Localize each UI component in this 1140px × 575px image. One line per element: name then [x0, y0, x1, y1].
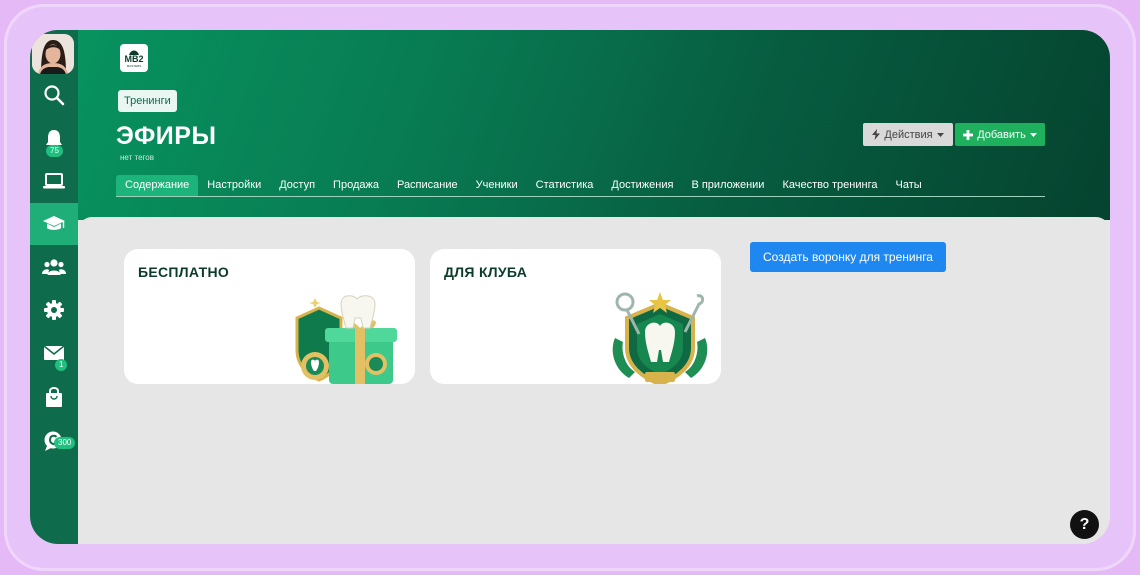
tab-content[interactable]: Содержание	[116, 175, 199, 196]
sidebar-item-users[interactable]	[30, 246, 78, 288]
sidebar-item-courses[interactable]	[30, 160, 78, 202]
gear-icon	[44, 300, 64, 320]
mail-badge: 1	[55, 359, 68, 371]
create-funnel-button[interactable]: Создать воронку для тренинга	[750, 242, 946, 272]
tab-training-quality[interactable]: Качество тренинга	[773, 175, 886, 196]
avatar[interactable]	[32, 34, 74, 74]
actions-label: Действия	[884, 128, 933, 141]
breadcrumb[interactable]: Тренинги	[118, 90, 177, 112]
tab-statistics[interactable]: Статистика	[527, 175, 603, 196]
sidebar-item-trainings[interactable]	[30, 203, 78, 245]
sidebar-item-search[interactable]	[30, 74, 78, 116]
search-icon	[44, 85, 65, 106]
section-card-club[interactable]: ДЛЯ КЛУБА	[430, 249, 721, 384]
graduation-cap-icon	[43, 216, 65, 230]
tab-settings[interactable]: Настройки	[198, 175, 270, 196]
app-screen: 75 1 300 MB2 MASTERS Тренинги ЭФИРЫ нет …	[30, 30, 1110, 544]
sidebar-item-notifications[interactable]: 75	[30, 118, 78, 160]
section-card-title: ДЛЯ КЛУБА	[444, 264, 528, 280]
sidebar-item-mail[interactable]: 1	[30, 332, 78, 374]
logo[interactable]: MB2 MASTERS	[120, 44, 148, 72]
caret-down-icon	[1029, 132, 1037, 137]
logo-subtext: MASTERS	[126, 63, 142, 68]
sidebar: 75 1 300	[30, 30, 78, 544]
main-content: БЕСПЛАТНО ДЛЯ КЛУБА Создать воронку для …	[78, 217, 1110, 544]
tab-chats[interactable]: Чаты	[886, 175, 930, 196]
shield-tooth-illustration	[612, 292, 708, 384]
section-card-free[interactable]: БЕСПЛАТНО	[124, 249, 415, 384]
tab-bar: Содержание Настройки Доступ Продажа Расп…	[116, 175, 1045, 197]
plus-icon	[963, 129, 974, 140]
tags-label: нет тегов	[120, 153, 154, 162]
add-button[interactable]: Добавить	[955, 123, 1045, 146]
users-icon	[42, 259, 66, 275]
gift-tooth-illustration	[295, 295, 397, 384]
tab-access[interactable]: Доступ	[270, 175, 324, 196]
shopping-bag-icon	[46, 387, 62, 407]
add-label: Добавить	[977, 128, 1026, 141]
tab-sales[interactable]: Продажа	[324, 175, 388, 196]
chat-badge: 300	[54, 437, 76, 449]
sidebar-item-chat[interactable]: 300	[30, 420, 78, 462]
caret-down-icon	[936, 132, 944, 137]
help-button[interactable]: ?	[1070, 510, 1099, 539]
tab-achievements[interactable]: Достижения	[602, 175, 682, 196]
tab-in-app[interactable]: В приложении	[682, 175, 773, 196]
laptop-icon	[43, 173, 65, 189]
lightning-icon	[872, 129, 881, 140]
tab-schedule[interactable]: Расписание	[388, 175, 467, 196]
actions-button[interactable]: Действия	[863, 123, 953, 146]
section-card-title: БЕСПЛАТНО	[138, 264, 230, 280]
sidebar-item-settings[interactable]	[30, 289, 78, 331]
page-title: ЭФИРЫ	[116, 122, 217, 150]
notifications-badge: 75	[46, 145, 63, 157]
logo-text: MB2	[124, 53, 144, 64]
header: MB2 MASTERS Тренинги ЭФИРЫ нет тегов Дей…	[78, 30, 1110, 220]
tab-students[interactable]: Ученики	[467, 175, 527, 196]
sidebar-item-shop[interactable]	[30, 376, 78, 418]
